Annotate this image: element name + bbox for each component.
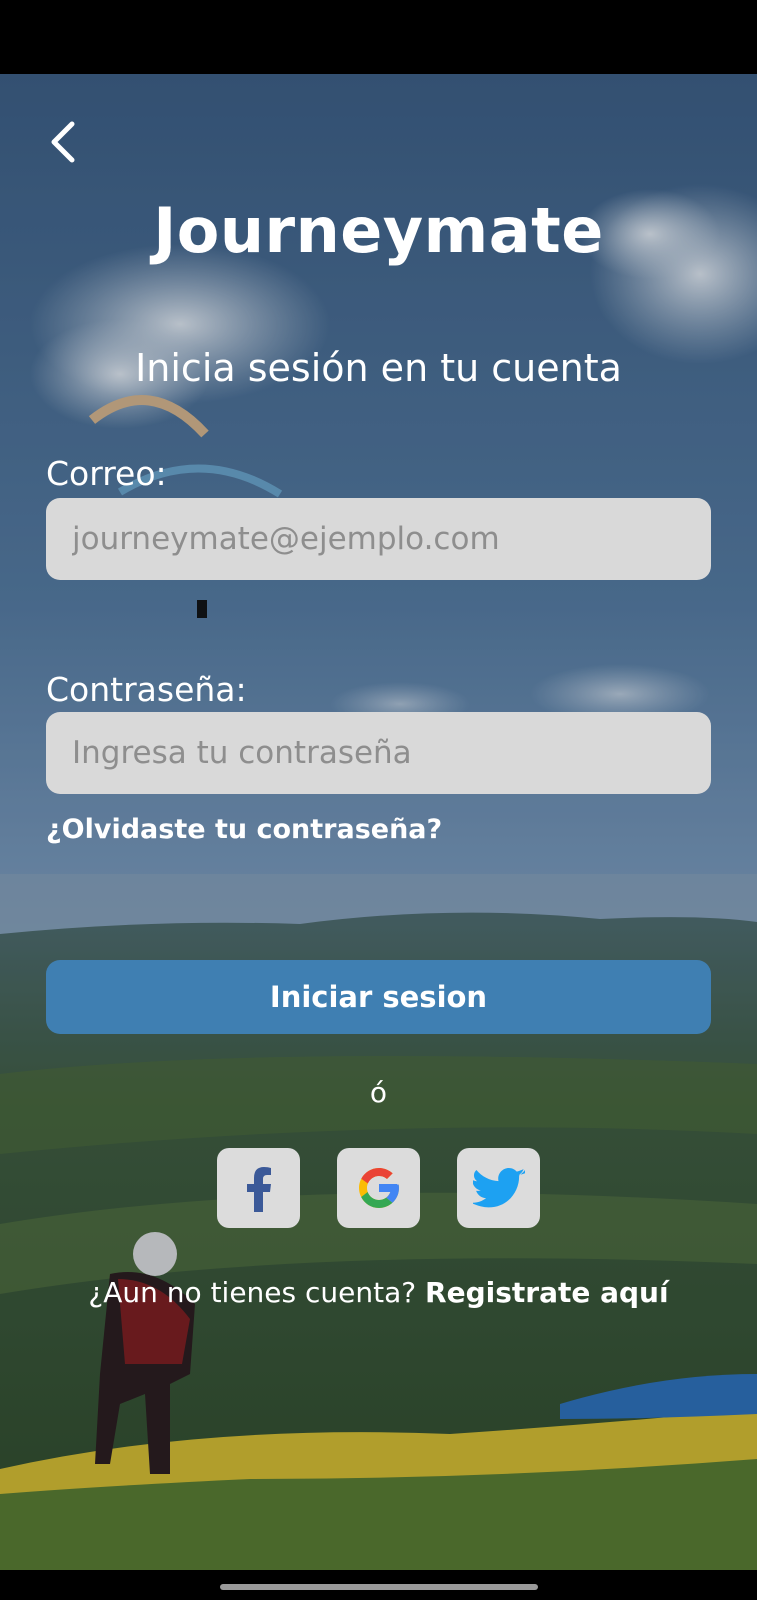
twitter-icon: [472, 1168, 525, 1208]
email-label: Correo:: [46, 454, 167, 493]
register-prompt: ¿Aun no tienes cuenta? Registrate aquí: [0, 1276, 757, 1309]
password-field[interactable]: [46, 712, 711, 794]
facebook-login-button[interactable]: [217, 1148, 300, 1228]
facebook-icon: [246, 1167, 271, 1212]
login-button[interactable]: Iniciar sesion: [46, 960, 711, 1034]
login-subtitle: Inicia sesión en tu cuenta: [135, 346, 622, 390]
back-button[interactable]: [40, 114, 90, 170]
or-separator: ó: [369, 1076, 388, 1109]
register-link[interactable]: Registrate aquí: [425, 1276, 669, 1309]
twitter-login-button[interactable]: [457, 1148, 540, 1228]
password-label: Contraseña:: [46, 670, 247, 709]
email-field[interactable]: [46, 498, 711, 580]
login-screen: Journeymate Inicia sesión en tu cuenta C…: [0, 74, 757, 1570]
forgot-password-link[interactable]: ¿Olvidaste tu contraseña?: [46, 814, 442, 845]
app-title: Journeymate: [153, 194, 604, 267]
home-indicator[interactable]: [220, 1584, 538, 1590]
google-login-button[interactable]: [337, 1148, 420, 1228]
google-icon: [358, 1168, 399, 1208]
register-prompt-text: ¿Aun no tienes cuenta?: [88, 1276, 417, 1309]
chevron-left-icon: [51, 121, 75, 163]
